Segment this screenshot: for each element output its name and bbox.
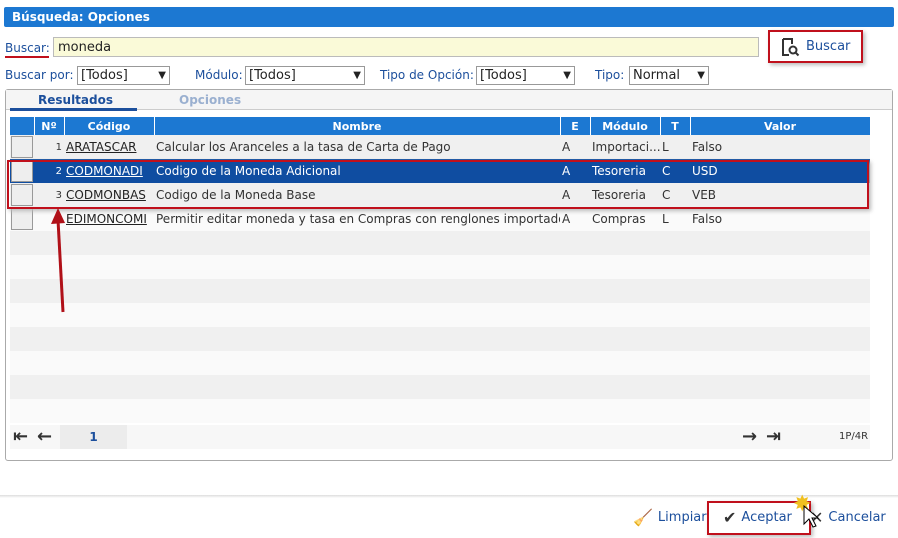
search-document-icon [782,37,800,56]
dropdown-arrow-icon: ▼ [697,70,705,81]
empty-row [10,231,870,255]
cell-num: 1 [55,141,62,153]
empty-row [10,351,870,375]
header-valor[interactable]: Valor [690,117,871,135]
empty-row [10,255,870,279]
header-modulo[interactable]: Módulo [590,117,661,135]
dialog-title: Búsqueda: Opciones [4,7,894,27]
limpiar-button[interactable]: 🧹 Limpiar [633,508,707,527]
cell-codigo[interactable]: EDIMONCOMI [64,207,154,231]
tab-resultados[interactable]: Resultados [38,93,113,107]
tipo-opcion-value: [Todos] [480,68,527,83]
search-button-label: Buscar [806,39,851,54]
prev-page-icon[interactable]: ← [37,426,52,447]
codigo-link[interactable]: EDIMONCOMI [66,212,147,226]
header-num[interactable]: Nº [34,117,65,135]
pager-summary: 1P/4R [839,431,869,442]
first-page-icon[interactable]: ⇤ [13,426,28,447]
modulo-select[interactable]: [Todos] ▼ [245,66,365,85]
header-select [10,117,35,135]
cancelar-label: Cancelar [828,510,886,525]
tipo-value: Normal [633,68,681,83]
search-label: Buscar: [5,41,50,55]
empty-row [10,327,870,351]
cell-modulo: Importaci... [592,140,660,154]
modulo-label: Módulo: [195,68,243,82]
annotation-arrow-icon [51,208,65,313]
empty-row [10,375,870,399]
dropdown-arrow-icon: ▼ [353,70,361,81]
empty-row [10,303,870,327]
tipo-label: Tipo: [595,68,625,82]
header-nombre[interactable]: Nombre [154,117,561,135]
table-row[interactable]: 1 ARATASCAR Calcular los Aranceles a la ta… [10,135,870,159]
footer-divider [0,495,898,498]
aceptar-button[interactable]: ✔ Aceptar [723,508,792,527]
buscar-por-value: [Todos] [81,68,128,83]
cell-valor: Falso [692,212,723,226]
row-checkbox[interactable] [10,207,34,231]
mouse-cursor-icon [803,505,819,528]
last-page-icon[interactable]: ⇥ [766,426,781,447]
tab-opciones[interactable]: Opciones [179,93,241,107]
buscar-por-select[interactable]: [Todos] ▼ [77,66,170,85]
aceptar-label: Aceptar [741,510,792,525]
header-e[interactable]: E [560,117,591,135]
buscar-por-label: Buscar por: [5,68,74,82]
highlight-underline [5,56,49,58]
cell-valor: Falso [692,140,723,154]
tipo-opcion-label: Tipo de Opción: [380,68,474,82]
search-input[interactable] [53,37,759,57]
dropdown-arrow-icon: ▼ [158,70,166,81]
dropdown-arrow-icon: ▼ [563,70,571,81]
empty-row [10,399,870,423]
cell-nombre: Permitir editar moneda y tasa en Compras… [156,212,560,226]
header-t[interactable]: T [660,117,691,135]
next-page-icon[interactable]: → [742,426,757,447]
table-row[interactable]: EDIMONCOMI Permitir editar moneda y tasa … [10,207,870,231]
cell-e: A [562,140,571,154]
cell-t: L [662,140,669,154]
check-icon: ✔ [723,508,737,527]
header-codigo[interactable]: Código [64,117,155,135]
broom-icon: 🧹 [633,508,653,527]
modulo-value: [Todos] [249,68,296,83]
tab-bar [6,90,892,110]
page-number[interactable]: 1 [60,425,127,449]
limpiar-label: Limpiar [657,510,707,525]
cell-nombre: Calcular los Aranceles a la tasa de Cart… [156,140,451,154]
active-tab-indicator [10,108,137,111]
empty-row [10,279,870,303]
highlight-box [7,160,869,209]
tipo-select[interactable]: Normal ▼ [629,66,709,85]
cell-e: A [562,212,571,226]
search-button[interactable]: Buscar [768,30,863,63]
cell-modulo: Compras [592,212,646,226]
cancelar-button[interactable]: ✕Cancelar [810,508,886,527]
cell-t: L [662,212,669,226]
tipo-opcion-select[interactable]: [Todos] ▼ [476,66,575,85]
pager [10,425,870,449]
row-checkbox[interactable] [10,135,34,159]
cell-codigo[interactable]: ARATASCAR [64,135,154,159]
codigo-link[interactable]: ARATASCAR [66,140,137,154]
